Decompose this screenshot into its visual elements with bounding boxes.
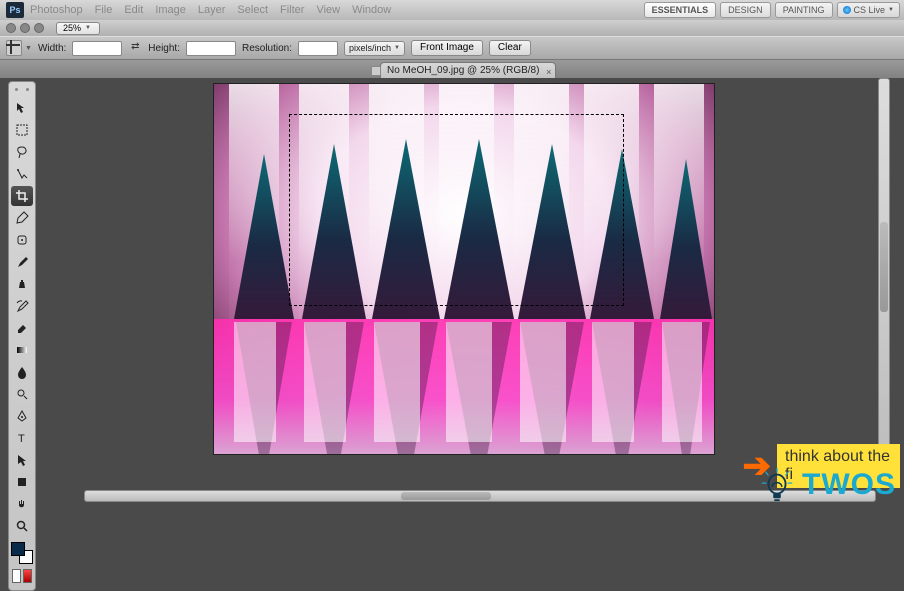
menu-window[interactable]: Window bbox=[352, 4, 391, 16]
watermark: TWOS bbox=[758, 466, 896, 504]
cs-live-button[interactable]: CS Live ▼ bbox=[837, 2, 900, 18]
brush-tool[interactable] bbox=[11, 252, 33, 272]
clone-stamp-tool[interactable] bbox=[11, 274, 33, 294]
window-zoom-icon[interactable] bbox=[34, 23, 44, 33]
workspace-design-button[interactable]: DESIGN bbox=[720, 2, 771, 18]
quick-select-tool[interactable] bbox=[11, 164, 33, 184]
eraser-tool[interactable] bbox=[11, 318, 33, 338]
menu-image[interactable]: Image bbox=[155, 4, 186, 16]
move-tool[interactable] bbox=[11, 98, 33, 118]
palette-grip-icon[interactable] bbox=[11, 85, 33, 94]
tool-options-bar: ▼ Width: ⇄ Height: Resolution: pixels/in… bbox=[0, 36, 904, 60]
type-tool[interactable]: T bbox=[11, 428, 33, 448]
path-select-tool[interactable] bbox=[11, 450, 33, 470]
crop-width-input[interactable] bbox=[72, 41, 122, 56]
workspace-area: T bbox=[0, 78, 904, 510]
crop-height-input[interactable] bbox=[186, 41, 236, 56]
width-label: Width: bbox=[38, 43, 66, 54]
document-tab-strip: No MeOH_09.jpg @ 25% (RGB/8) × bbox=[0, 60, 904, 78]
lasso-tool[interactable] bbox=[11, 142, 33, 162]
menu-photoshop[interactable]: Photoshop bbox=[30, 4, 83, 16]
foreground-color-swatch[interactable] bbox=[11, 542, 25, 556]
pen-tool[interactable] bbox=[11, 406, 33, 426]
cs-live-icon bbox=[843, 6, 851, 14]
window-minimize-icon[interactable] bbox=[20, 23, 30, 33]
menu-select[interactable]: Select bbox=[237, 4, 268, 16]
resolution-units-dropdown[interactable]: pixels/inch bbox=[344, 41, 405, 56]
clear-button[interactable]: Clear bbox=[489, 40, 531, 56]
menu-file[interactable]: File bbox=[95, 4, 113, 16]
menu-filter[interactable]: Filter bbox=[280, 4, 304, 16]
color-swatch[interactable] bbox=[11, 542, 33, 564]
scrollbar-thumb[interactable] bbox=[401, 492, 491, 500]
blur-tool[interactable] bbox=[11, 362, 33, 382]
front-image-button[interactable]: Front Image bbox=[411, 40, 483, 56]
lightbulb-icon bbox=[758, 466, 796, 504]
zoom-level-value: 25% bbox=[63, 23, 81, 33]
gradient-tool[interactable] bbox=[11, 340, 33, 360]
annotation-line-1: think about the bbox=[785, 448, 890, 465]
swap-dimensions-icon[interactable]: ⇄ bbox=[128, 41, 142, 55]
svg-text:T: T bbox=[18, 433, 25, 445]
crop-tool-icon[interactable] bbox=[6, 40, 22, 56]
menu-view[interactable]: View bbox=[316, 4, 340, 16]
workspace-painting-button[interactable]: PAINTING bbox=[775, 2, 833, 18]
window-chrome: 25% bbox=[0, 20, 904, 36]
document-window: ➔ think about the fi bbox=[42, 78, 896, 502]
photoshop-logo: Ps bbox=[6, 2, 24, 18]
marquee-tool[interactable] bbox=[11, 120, 33, 140]
image-canvas[interactable] bbox=[214, 84, 714, 454]
canvas-image bbox=[214, 84, 714, 454]
height-label: Height: bbox=[148, 43, 180, 54]
resolution-units-value: pixels/inch bbox=[349, 43, 391, 53]
tool-preset-chevron-icon[interactable]: ▼ bbox=[25, 45, 32, 52]
window-close-icon[interactable] bbox=[6, 23, 16, 33]
quick-mask-toggle[interactable] bbox=[11, 569, 33, 587]
zoom-level-dropdown[interactable]: 25% bbox=[56, 22, 100, 35]
dodge-tool[interactable] bbox=[11, 384, 33, 404]
history-brush-tool[interactable] bbox=[11, 296, 33, 316]
menu-layer[interactable]: Layer bbox=[198, 4, 226, 16]
cs-live-label: CS Live bbox=[854, 5, 886, 15]
vertical-scrollbar[interactable] bbox=[878, 78, 890, 488]
document-tab[interactable]: No MeOH_09.jpg @ 25% (RGB/8) × bbox=[380, 62, 556, 78]
resolution-label: Resolution: bbox=[242, 43, 292, 54]
application-menu-bar: Ps Photoshop File Edit Image Layer Selec… bbox=[0, 0, 904, 20]
shape-tool[interactable] bbox=[11, 472, 33, 492]
scrollbar-thumb[interactable] bbox=[880, 222, 888, 312]
menu-edit[interactable]: Edit bbox=[124, 4, 143, 16]
tools-palette: T bbox=[8, 81, 36, 591]
workspace-essentials-button[interactable]: ESSENTIALS bbox=[644, 2, 717, 18]
zoom-tool[interactable] bbox=[11, 516, 33, 536]
document-tab-title: No MeOH_09.jpg @ 25% (RGB/8) bbox=[387, 65, 539, 76]
watermark-text: TWOS bbox=[802, 468, 896, 502]
hand-tool[interactable] bbox=[11, 494, 33, 514]
crop-tool[interactable] bbox=[11, 186, 33, 206]
healing-brush-tool[interactable] bbox=[11, 230, 33, 250]
eyedropper-tool[interactable] bbox=[11, 208, 33, 228]
crop-resolution-input[interactable] bbox=[298, 41, 338, 56]
